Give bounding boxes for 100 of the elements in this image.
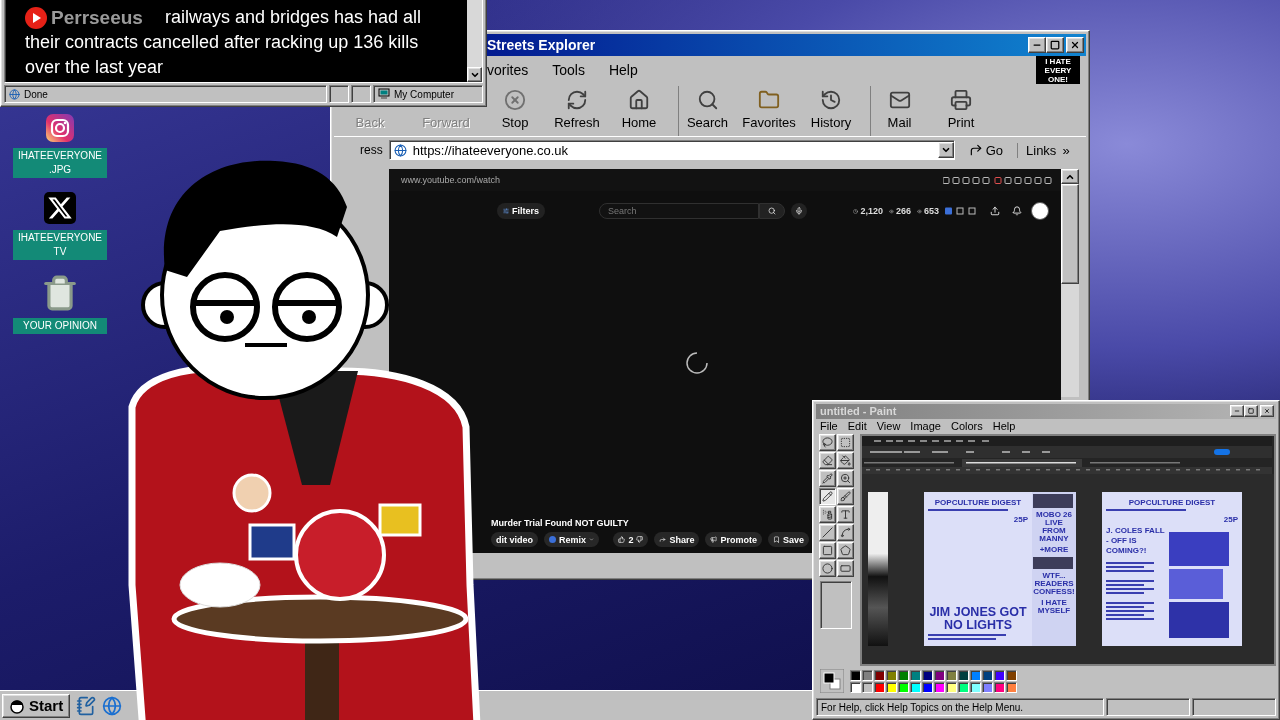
tool-button[interactable]: [818, 487, 836, 505]
toolbar-button[interactable]: Refresh: [548, 86, 606, 136]
dropdown-button[interactable]: [937, 142, 954, 158]
mail-icon: [888, 89, 911, 111]
menu-item[interactable]: vorites: [487, 62, 529, 78]
menu-item[interactable]: Colors: [950, 420, 983, 433]
action-button[interactable]: Share: [654, 532, 700, 547]
recycle-bin-icon: [41, 274, 79, 312]
color-swatch[interactable]: [946, 669, 957, 681]
search-button[interactable]: [759, 203, 785, 219]
color-swatch[interactable]: [982, 669, 993, 681]
minimize-button[interactable]: [1230, 405, 1244, 418]
toolbar-button[interactable]: Home: [610, 86, 668, 136]
color-swatch[interactable]: [862, 669, 873, 681]
toolbar-button[interactable]: Stop: [486, 86, 544, 136]
quick-launch-button[interactable]: [102, 695, 123, 716]
maximize-button[interactable]: [1046, 37, 1064, 53]
address-field[interactable]: https://ihateeveryone.co.uk: [388, 140, 955, 160]
remix-button[interactable]: Remix: [544, 532, 600, 547]
toolbar-button[interactable]: Search: [678, 86, 736, 136]
color-swatch[interactable]: [994, 669, 1005, 681]
desktop-icon-label[interactable]: IHATEEVERYONE TV: [13, 230, 107, 260]
price-tag: 25P: [1223, 514, 1238, 524]
color-swatch[interactable]: [874, 681, 885, 693]
color-swatch[interactable]: [958, 681, 969, 693]
color-swatch[interactable]: [862, 681, 873, 693]
maximize-button[interactable]: [1244, 405, 1258, 418]
toolbar-button[interactable]: Print: [932, 86, 990, 136]
menu-item[interactable]: Help: [608, 62, 638, 78]
menu-item[interactable]: View: [876, 420, 901, 433]
color-swatch[interactable]: [922, 681, 933, 693]
close-button[interactable]: [1066, 37, 1084, 53]
ellipse-icon: [821, 562, 833, 574]
toolbar-button[interactable]: Mail: [870, 86, 928, 136]
rounded-rectangle-icon: [839, 562, 851, 574]
color-swatch[interactable]: [958, 669, 969, 681]
menu-item[interactable]: Image: [910, 420, 941, 433]
desktop-icon-label[interactable]: YOUR OPINION: [13, 318, 107, 334]
color-swatch[interactable]: [946, 681, 957, 693]
links-button[interactable]: Links »: [1017, 142, 1074, 158]
color-swatch[interactable]: [1006, 669, 1017, 681]
close-button[interactable]: [1260, 405, 1274, 418]
status-text: Done: [24, 88, 48, 100]
toolbar-button[interactable]: History: [802, 86, 860, 136]
desktop-icon-label[interactable]: IHATEEVERYONE .JPG: [13, 148, 107, 178]
color-swatch[interactable]: [874, 669, 885, 681]
color-swatch[interactable]: [898, 669, 909, 681]
scroll-down-button[interactable]: [467, 67, 482, 82]
paint-bucket-icon: [839, 454, 851, 466]
color-swatch[interactable]: [970, 669, 981, 681]
caret-icon: [589, 537, 595, 542]
maximize-icon: [1248, 408, 1254, 415]
quick-launch-button[interactable]: [76, 695, 97, 716]
mic-button[interactable]: [791, 203, 807, 219]
menu-item[interactable]: Edit: [847, 420, 867, 433]
menu-item[interactable]: Tools: [552, 62, 585, 78]
color-swatch[interactable]: [886, 681, 897, 693]
photo-placeholder: [1033, 493, 1073, 508]
fine-print-drawing: [1106, 579, 1154, 596]
minimize-button[interactable]: [1028, 37, 1046, 53]
go-button[interactable]: Go: [960, 142, 1011, 158]
poster-headline: J. COLES FALL - OFF IS COMING?!: [1106, 525, 1166, 556]
poster-title: POPCULTURE DIGEST: [1127, 497, 1217, 507]
edit-video-button[interactable]: dit video: [491, 532, 538, 547]
globe-icon: [102, 695, 123, 716]
color-swatch[interactable]: [886, 669, 897, 681]
photo-placeholder: [1169, 601, 1229, 638]
site-logo: I HATE EVERY ONE!: [1036, 56, 1080, 84]
filters-button[interactable]: Filters: [497, 203, 545, 219]
color-swatch[interactable]: [922, 669, 933, 681]
scroll-up-button[interactable]: [1061, 169, 1079, 184]
action-button[interactable]: Save: [767, 532, 809, 547]
color-swatch[interactable]: [970, 681, 981, 693]
color-swatch[interactable]: [1006, 681, 1017, 693]
color-swatch[interactable]: [910, 669, 921, 681]
color-swatch[interactable]: [850, 669, 861, 681]
stat-count: 2,120: [853, 206, 883, 216]
cover-line: I HATE MYSELF: [1036, 598, 1072, 615]
color-swatch[interactable]: [898, 681, 909, 693]
curve-icon: [839, 526, 851, 538]
color-swatch[interactable]: [934, 681, 945, 693]
dashed-square-icon: [839, 436, 851, 448]
magnifier-icon: [839, 472, 851, 484]
start-button[interactable]: Start: [2, 693, 71, 718]
chat-message-line: over the last year: [25, 56, 165, 79]
search-field[interactable]: Search: [599, 203, 759, 219]
like-button[interactable]: 2: [613, 532, 649, 547]
photo-placeholder: [1169, 531, 1229, 566]
color-swatch[interactable]: [982, 681, 993, 693]
action-button[interactable]: Promote: [705, 532, 762, 547]
scrollbar[interactable]: [1061, 169, 1079, 397]
color-swatch[interactable]: [910, 681, 921, 693]
menu-item[interactable]: Help: [992, 420, 1016, 433]
avatar[interactable]: [1031, 202, 1049, 220]
toolbar-button[interactable]: Favorites: [740, 86, 798, 136]
cover-line: +MORE: [1038, 545, 1070, 554]
color-swatch[interactable]: [934, 669, 945, 681]
color-swatch[interactable]: [994, 681, 1005, 693]
menu-item[interactable]: File: [820, 420, 838, 433]
color-swatch[interactable]: [850, 681, 861, 693]
